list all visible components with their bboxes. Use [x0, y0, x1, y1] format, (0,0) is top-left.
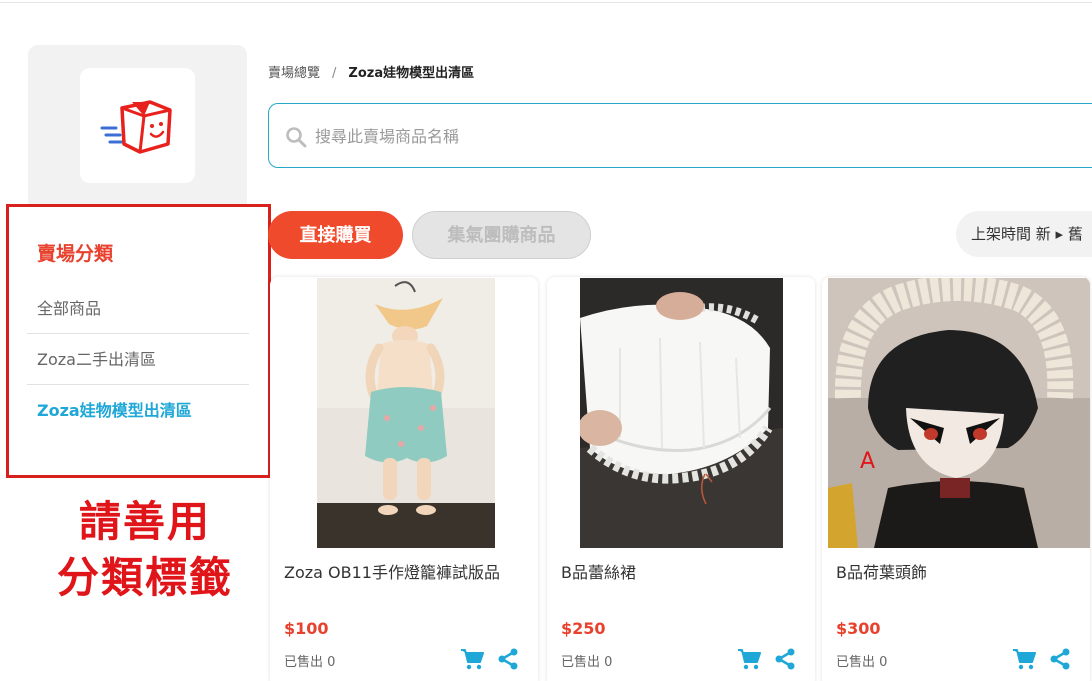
tab-buy-now-label: 直接購買 [299, 225, 372, 245]
category-item-zoza-doll-models[interactable]: Zoza娃物模型出清區 [27, 384, 249, 435]
store-logo[interactable] [80, 68, 195, 183]
category-title: 賣場分類 [37, 243, 114, 265]
product-card[interactable]: Zoza OB11手作燈籠褲試版品 $100 已售出 0 [270, 277, 538, 681]
breadcrumb-current: Zoza娃物模型出清區 [348, 66, 475, 81]
category-panel: 賣場分類 全部商品 Zoza二手出清區 Zoza娃物模型出清區 [6, 204, 271, 478]
product-price: $100 [284, 619, 329, 638]
photo-mark-a: A [860, 449, 875, 474]
breadcrumb-home-link[interactable]: 賣場總覽 [268, 66, 320, 81]
category-item-all[interactable]: 全部商品 [27, 283, 249, 334]
search-icon[interactable] [285, 126, 307, 152]
product-sold-count: 已售出 0 [836, 655, 888, 670]
product-price: $250 [561, 619, 606, 638]
product-image[interactable] [317, 278, 495, 548]
share-icon[interactable] [496, 647, 520, 675]
annotation-line-2: 分類標籤 [56, 553, 233, 602]
add-to-cart-icon[interactable] [460, 648, 484, 674]
smiling-box-logo-icon [100, 100, 172, 154]
product-card[interactable]: B品蕾絲裙 $250 已售出 0 [547, 277, 815, 681]
search-box [268, 103, 1092, 168]
breadcrumb: 賣場總覽 / Zoza娃物模型出清區 [268, 62, 474, 81]
sort-dropdown[interactable]: 上架時間 新 ▸ 舊 [956, 211, 1092, 257]
tab-buy-now[interactable]: 直接購買 [268, 211, 403, 259]
product-name[interactable]: B品荷葉頭飾 [836, 559, 927, 583]
product-sold-count: 已售出 0 [284, 655, 336, 670]
product-price: $300 [836, 619, 881, 638]
top-divider [0, 2, 1092, 3]
store-logo-panel [28, 45, 247, 205]
product-image[interactable] [580, 278, 783, 548]
product-card[interactable]: A B品荷葉頭飾 $300 已售出 0 [822, 277, 1090, 681]
search-input[interactable] [315, 122, 815, 150]
annotation-line-1: 請善用 [78, 497, 211, 546]
tab-group-buy-label: 集氣團購商品 [447, 225, 556, 245]
add-to-cart-icon[interactable] [1012, 648, 1036, 674]
product-name[interactable]: Zoza OB11手作燈籠褲試版品 [284, 559, 500, 583]
breadcrumb-separator: / [332, 66, 337, 81]
category-item-zoza-secondhand[interactable]: Zoza二手出清區 [27, 333, 249, 384]
add-to-cart-icon[interactable] [737, 648, 761, 674]
tab-group-buy[interactable]: 集氣團購商品 [412, 211, 591, 259]
product-image[interactable]: A [828, 278, 1090, 548]
product-sold-count: 已售出 0 [561, 655, 613, 670]
share-icon[interactable] [1048, 647, 1072, 675]
share-icon[interactable] [773, 647, 797, 675]
product-name[interactable]: B品蕾絲裙 [561, 559, 636, 583]
